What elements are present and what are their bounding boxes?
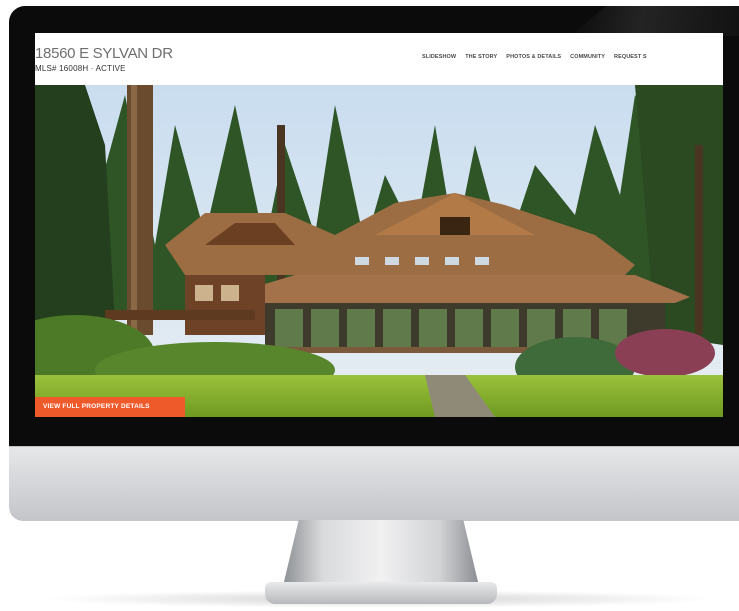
nav-photos-details[interactable]: PHOTOS & DETAILS [506,54,561,60]
nav-community[interactable]: COMMUNITY [570,54,605,60]
monitor-chin [9,446,739,521]
house-photo-illustration [35,85,723,417]
nav-the-story[interactable]: THE STORY [465,54,497,60]
nav-slideshow[interactable]: SLIDESHOW [422,54,456,60]
site-nav: SLIDESHOW THE STORY PHOTOS & DETAILS COM… [422,54,647,60]
property-address: 18560 E SYLVAN DR [35,45,173,62]
monitor-screen: 18560 E SYLVAN DR MLS# 16008H · ACTIVE S… [35,33,723,417]
monitor-stand-foot [265,582,497,604]
view-property-details-button[interactable]: VIEW FULL PROPERTY DETAILS [35,397,185,417]
hero-property-photo: VIEW FULL PROPERTY DETAILS [35,85,723,417]
nav-request-showing[interactable]: REQUEST S [614,54,647,60]
mls-status: MLS# 16008H · ACTIVE [35,64,126,73]
site-header: 18560 E SYLVAN DR MLS# 16008H · ACTIVE S… [35,33,723,85]
monitor-stand [283,520,479,586]
